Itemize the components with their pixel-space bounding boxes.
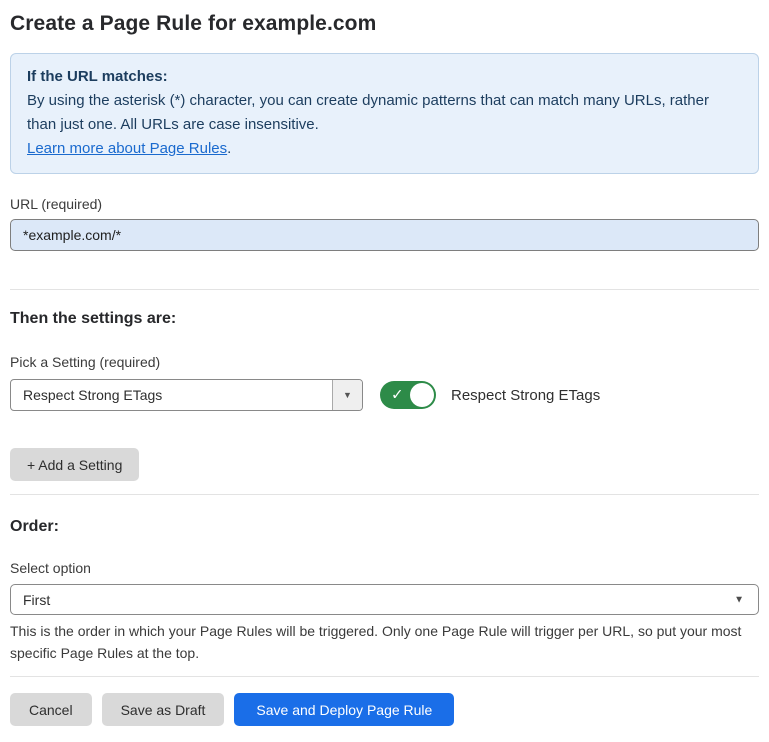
info-box-body: By using the asterisk (*) character, you… bbox=[27, 89, 742, 137]
setting-row: Respect Strong ETags ▼ ✓ Respect Strong … bbox=[10, 379, 759, 411]
order-section-heading: Order: bbox=[10, 518, 759, 536]
order-select-label: Select option bbox=[10, 560, 759, 576]
page-title: Create a Page Rule for example.com bbox=[10, 12, 759, 36]
add-setting-button[interactable]: + Add a Setting bbox=[10, 448, 139, 481]
check-icon: ✓ bbox=[391, 388, 404, 403]
url-input[interactable] bbox=[10, 219, 759, 251]
footer-button-row: Cancel Save as Draft Save and Deploy Pag… bbox=[10, 693, 759, 726]
setting-select[interactable]: Respect Strong ETags ▼ bbox=[10, 379, 363, 411]
setting-select-arrow-button[interactable]: ▼ bbox=[332, 380, 362, 410]
settings-section-heading: Then the settings are: bbox=[10, 310, 759, 328]
order-select-value: First bbox=[23, 592, 50, 608]
url-field-label: URL (required) bbox=[10, 196, 759, 212]
order-help-text: This is the order in which your Page Rul… bbox=[10, 621, 750, 664]
toggle-label: Respect Strong ETags bbox=[451, 387, 600, 404]
section-divider bbox=[10, 289, 759, 290]
cancel-button[interactable]: Cancel bbox=[10, 693, 92, 726]
info-box-link-line: Learn more about Page Rules. bbox=[27, 137, 742, 161]
respect-strong-etags-toggle[interactable]: ✓ bbox=[380, 381, 436, 409]
pick-setting-label: Pick a Setting (required) bbox=[10, 354, 759, 370]
setting-select-value: Respect Strong ETags bbox=[11, 380, 332, 410]
save-and-deploy-button[interactable]: Save and Deploy Page Rule bbox=[234, 693, 454, 726]
dropdown-arrow-icon: ▼ bbox=[343, 390, 352, 400]
section-divider bbox=[10, 494, 759, 495]
footer-divider bbox=[10, 676, 759, 677]
order-select[interactable]: First ▼ bbox=[10, 584, 759, 615]
info-box-heading: If the URL matches: bbox=[27, 65, 742, 89]
link-suffix: . bbox=[227, 140, 231, 157]
save-as-draft-button[interactable]: Save as Draft bbox=[102, 693, 225, 726]
chevron-down-icon: ▼ bbox=[734, 594, 744, 605]
url-match-info-box: If the URL matches: By using the asteris… bbox=[10, 53, 759, 174]
toggle-knob bbox=[410, 383, 434, 407]
learn-more-link[interactable]: Learn more about Page Rules bbox=[27, 140, 227, 157]
